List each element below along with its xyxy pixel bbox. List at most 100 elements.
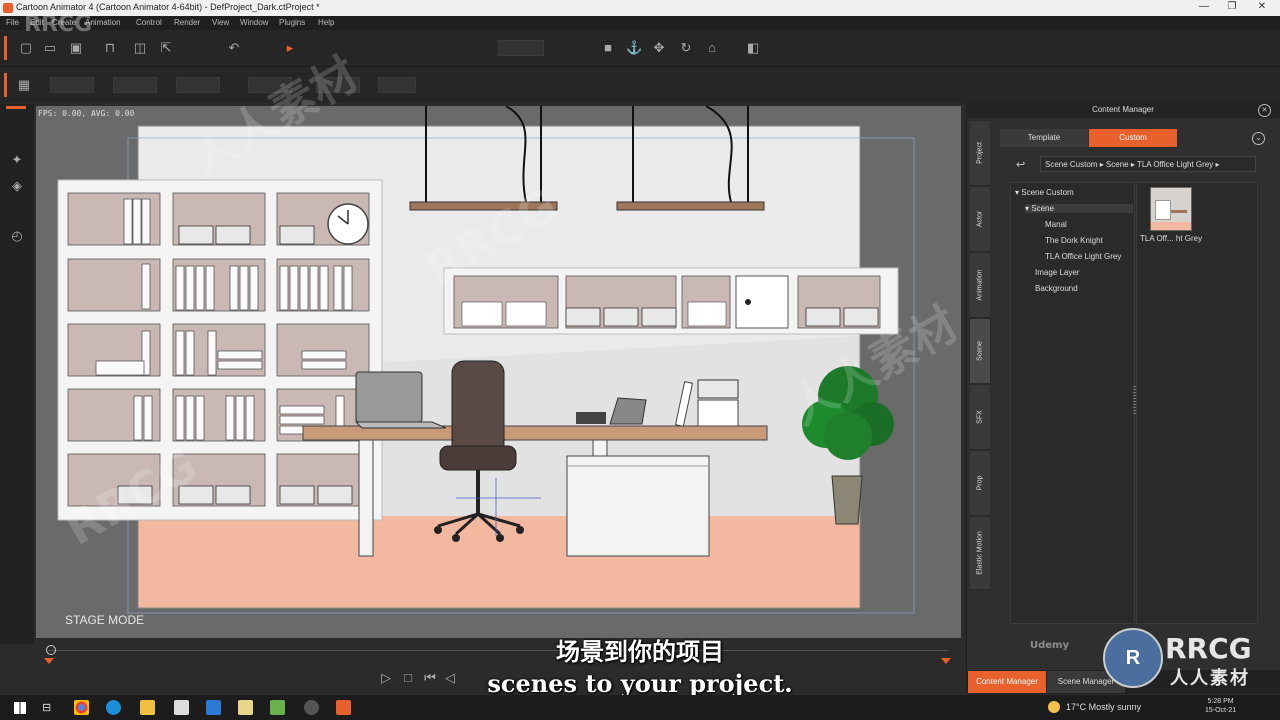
title-bar: Cartoon Animator 4 (Cartoon Animator 4-6… — [0, 0, 1280, 16]
side-tab-scene[interactable]: Scene — [969, 318, 991, 384]
cabinet-door — [735, 275, 789, 329]
toolbar-accent — [4, 36, 7, 60]
clock-date: 15-Oct-21 — [1205, 707, 1237, 714]
wall-cabinet — [443, 267, 899, 335]
bookshelf — [57, 179, 383, 521]
side-tab-elastic-motion[interactable]: Elastic Motion — [969, 516, 991, 590]
new-project-icon[interactable]: ▢ — [18, 40, 34, 56]
tab-custom[interactable]: Custom — [1089, 129, 1177, 147]
main-toolbar: ▢ ▭ ▣ ⊓ ◫ ⇱ Ae ↶ ▸ ■ ⚓ ✥ ↻ ⌂ ◧ M — [0, 30, 1280, 86]
wall-clock — [327, 203, 369, 245]
toolbar2-field-2[interactable] — [113, 77, 157, 93]
open-icon[interactable]: ▭ — [42, 40, 58, 56]
tree-item-image-layer[interactable]: Image Layer — [1035, 268, 1079, 277]
zoom-field[interactable] — [498, 40, 544, 56]
move-icon[interactable]: ✥ — [651, 40, 667, 56]
scene-thumbnail[interactable] — [1150, 187, 1192, 231]
scene-tool-icon[interactable]: ◈ — [9, 178, 25, 194]
fps-readout: FPS: 0.00, AVG: 0.00 — [38, 109, 135, 118]
subtitle-chinese: 场景到你的项目 — [556, 638, 724, 666]
menu-create[interactable]: Create — [52, 18, 76, 27]
select-icon[interactable]: ▸ — [282, 40, 298, 56]
side-tab-actor[interactable]: Actor — [969, 186, 991, 252]
menu-view[interactable]: View — [212, 18, 229, 27]
filing-binders-desk — [674, 379, 739, 427]
menu-animation[interactable]: Animation — [85, 18, 121, 27]
import-icon[interactable]: ◫ — [132, 40, 148, 56]
toolbar2-field-4[interactable] — [248, 77, 292, 93]
side-tab-animation[interactable]: Animation — [969, 252, 991, 318]
tab-template[interactable]: Template — [1000, 129, 1088, 147]
windows-start-icon[interactable] — [14, 702, 26, 714]
mail-icon[interactable] — [206, 700, 221, 715]
menu-plugins[interactable]: Plugins — [279, 18, 305, 27]
desk-tray — [576, 412, 606, 424]
folder-tree: ▾ Scene Custom ▾ Scene Manal The Dork Kn… — [1010, 182, 1135, 624]
store-app-icon[interactable] — [174, 700, 189, 715]
menu-file[interactable]: File — [6, 18, 19, 27]
menu-window[interactable]: Window — [240, 18, 268, 27]
content-manager-title: Content Manager — [966, 102, 1280, 118]
tree-item-tla-office[interactable]: TLA Office Light Grey — [1045, 252, 1121, 261]
toolbar2-field-3[interactable] — [176, 77, 220, 93]
chrome-icon[interactable] — [74, 700, 89, 715]
file-explorer-icon[interactable] — [140, 700, 155, 715]
maximize-button[interactable]: ❐ — [1222, 1, 1242, 12]
menu-bar: File Edit Create Animation Control Rende… — [0, 16, 1280, 30]
minimize-button[interactable]: — — [1194, 1, 1214, 12]
side-tab-project[interactable]: Project — [969, 120, 991, 186]
obs-icon[interactable] — [304, 700, 319, 715]
panel-close-icon[interactable]: ✕ — [1258, 104, 1271, 117]
app-icon — [3, 3, 13, 13]
stage-viewport[interactable] — [36, 105, 961, 638]
flip-icon[interactable]: ◧ — [745, 40, 761, 56]
export-icon[interactable]: ⇱ — [158, 40, 174, 56]
content-side-tabs: Project Actor Animation Scene SFX Prop E… — [969, 120, 991, 660]
toolbar2-field-6[interactable] — [378, 77, 416, 93]
breadcrumb[interactable]: Scene Custom ▸ Scene ▸ TLA Office Light … — [1040, 156, 1256, 172]
clock-time: 5:28 PM — [1207, 698, 1234, 705]
tree-item-background[interactable]: Background — [1035, 284, 1078, 293]
camera-icon[interactable]: ■ — [600, 40, 616, 56]
chevron-down-icon[interactable]: ⌄ — [1252, 132, 1265, 145]
rrcg-logo-text: RRCG — [1165, 632, 1252, 665]
store-icon[interactable]: ⊓ — [102, 40, 118, 56]
home-icon[interactable]: ⌂ — [704, 40, 720, 56]
side-tab-prop[interactable]: Prop — [969, 450, 991, 516]
sun-icon — [1048, 701, 1060, 713]
tree-item-dork-knight[interactable]: The Dork Knight — [1045, 236, 1103, 245]
menu-control[interactable]: Control — [136, 18, 162, 27]
undo-icon[interactable]: ↶ — [226, 40, 242, 56]
actor-tool-icon[interactable]: ✦ — [9, 152, 25, 168]
edge-icon[interactable] — [106, 700, 121, 715]
puppet-icon[interactable]: ⚓ — [626, 40, 642, 56]
timer-tool-icon[interactable]: ◴ — [9, 228, 25, 244]
taskbar-clock[interactable]: 5:28 PM 15-Oct-21 — [1205, 697, 1236, 715]
menu-render[interactable]: Render — [174, 18, 200, 27]
tree-item-manal[interactable]: Manal — [1045, 220, 1067, 229]
menu-edit[interactable]: Edit — [30, 18, 44, 27]
tree-item-scene[interactable]: ▾ Scene — [1025, 204, 1133, 213]
rotate-icon[interactable]: ↻ — [678, 40, 694, 56]
subtitle-english: scenes to your project. — [487, 669, 793, 698]
thumbnail-label: TLA Off... ht Grey — [1140, 234, 1203, 243]
toolbar2-field-1[interactable] — [50, 77, 94, 93]
toolbar2-field-5[interactable] — [316, 77, 360, 93]
toolbar2-accent — [4, 73, 7, 97]
secondary-toolbar: ▦ — [0, 67, 1280, 103]
scene-floor — [138, 516, 860, 608]
window-title: Cartoon Animator 4 (Cartoon Animator 4-6… — [16, 2, 320, 12]
task-view-icon[interactable]: ⊟ — [42, 701, 51, 714]
app-green-icon[interactable] — [270, 700, 285, 715]
grid-icon[interactable]: ▦ — [16, 77, 32, 93]
save-icon[interactable]: ▣ — [68, 40, 84, 56]
notes-icon[interactable] — [238, 700, 253, 715]
cartoon-animator-taskbar-icon[interactable] — [336, 700, 351, 715]
close-button[interactable]: ✕ — [1252, 1, 1272, 12]
menu-help[interactable]: Help — [318, 18, 334, 27]
side-tab-sfx[interactable]: SFX — [969, 384, 991, 450]
weather-readout[interactable]: 17°C Mostly sunny — [1066, 702, 1141, 712]
back-arrow-icon[interactable]: ↩ — [1016, 158, 1025, 171]
tree-item-scene-custom[interactable]: ▾ Scene Custom — [1015, 188, 1074, 197]
leftbar-accent — [6, 106, 26, 109]
